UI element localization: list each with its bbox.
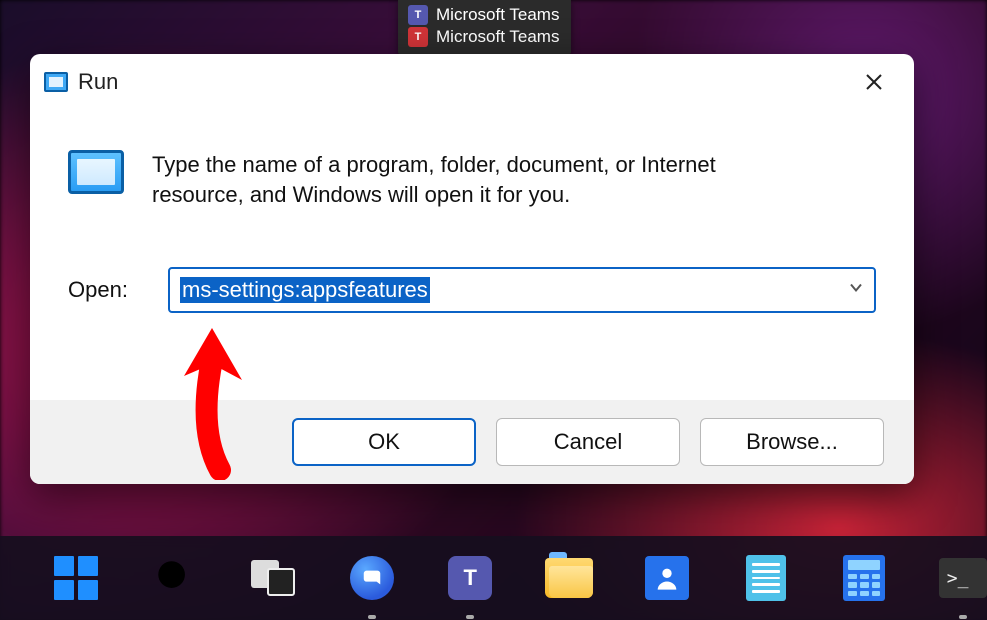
titlebar: Run bbox=[30, 54, 914, 110]
task-view-button[interactable] bbox=[249, 553, 298, 603]
calculator-icon bbox=[843, 555, 885, 601]
close-icon bbox=[865, 73, 883, 91]
teams-button[interactable]: T bbox=[446, 553, 495, 603]
close-button[interactable] bbox=[854, 62, 894, 102]
start-button[interactable] bbox=[52, 553, 101, 603]
search-button[interactable] bbox=[151, 553, 200, 603]
chevron-down-icon[interactable] bbox=[848, 280, 864, 301]
notepad-icon bbox=[746, 555, 786, 601]
run-dialog: Run Type the name of a program, folder, … bbox=[30, 54, 914, 484]
ok-button[interactable]: OK bbox=[292, 418, 476, 466]
window-title: Run bbox=[78, 69, 118, 95]
tooltip-label: Microsoft Teams bbox=[436, 4, 559, 26]
teams-icon: T bbox=[408, 27, 428, 47]
file-explorer-button[interactable] bbox=[545, 553, 594, 603]
teams-icon: T bbox=[408, 5, 428, 25]
folder-icon bbox=[545, 558, 593, 598]
terminal-icon: >_ bbox=[939, 558, 987, 598]
people-icon bbox=[645, 556, 689, 600]
dialog-footer: OK Cancel Browse... bbox=[30, 400, 914, 484]
notepad-button[interactable] bbox=[742, 553, 791, 603]
open-label: Open: bbox=[68, 277, 148, 303]
terminal-button[interactable]: >_ bbox=[939, 553, 987, 603]
cancel-button[interactable]: Cancel bbox=[496, 418, 680, 466]
tooltip-label: Microsoft Teams bbox=[436, 26, 559, 48]
windows-logo-icon bbox=[54, 556, 98, 600]
run-description: Type the name of a program, folder, docu… bbox=[152, 150, 812, 209]
chat-button[interactable] bbox=[348, 553, 397, 603]
teams-icon: T bbox=[448, 556, 492, 600]
people-button[interactable] bbox=[643, 553, 692, 603]
chat-icon bbox=[350, 556, 394, 600]
taskbar: T >_ bbox=[0, 536, 987, 620]
teams-window-tooltip: T Microsoft Teams T Microsoft Teams bbox=[398, 0, 571, 54]
search-icon bbox=[151, 554, 200, 603]
open-combobox[interactable]: ms-settings:appsfeatures bbox=[168, 267, 876, 313]
run-icon bbox=[44, 72, 68, 92]
task-view-icon bbox=[251, 560, 295, 596]
browse-button[interactable]: Browse... bbox=[700, 418, 884, 466]
open-input-value[interactable]: ms-settings:appsfeatures bbox=[180, 277, 430, 303]
calculator-button[interactable] bbox=[840, 553, 889, 603]
run-icon bbox=[68, 150, 124, 194]
